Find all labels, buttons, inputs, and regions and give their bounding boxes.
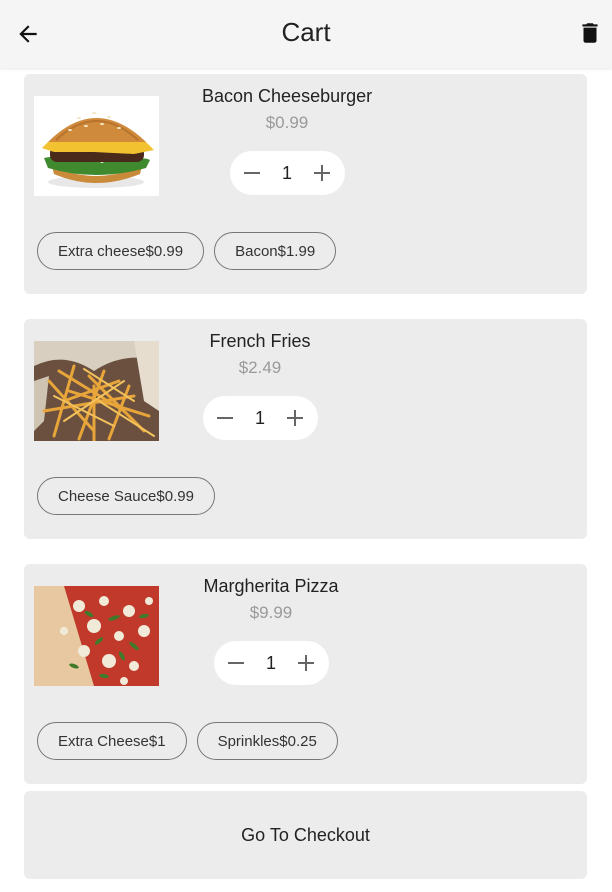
app-bar: Cart	[0, 0, 612, 68]
item-name: Bacon Cheeseburger	[202, 86, 373, 106]
increment-button[interactable]	[296, 653, 316, 673]
decrement-button[interactable]	[242, 163, 262, 183]
item-price: $0.99	[265, 113, 309, 132]
fries-image	[34, 341, 159, 441]
clear-cart-button[interactable]	[576, 19, 604, 47]
cart-item-card: Margherita Pizza $9.99 1 Extra Cheese$1 …	[24, 564, 587, 784]
quantity-stepper: 1	[202, 396, 318, 440]
item-price: $2.49	[238, 358, 282, 377]
pizza-image	[34, 586, 159, 686]
quantity-stepper: 1	[213, 641, 329, 685]
quantity-value: 1	[265, 652, 276, 673]
quantity-stepper: 1	[229, 151, 345, 195]
trash-icon	[582, 23, 598, 43]
plus-icon	[287, 410, 304, 426]
minus-icon	[216, 417, 233, 419]
cart-item-card: Bacon Cheeseburger $0.99 1 Extra cheese$…	[24, 74, 587, 294]
addon-chip[interactable]: Cheese Sauce$0.99	[37, 477, 215, 515]
minus-icon	[227, 662, 244, 664]
burger-image	[34, 96, 159, 196]
addon-chip[interactable]: Bacon$1.99	[214, 232, 337, 270]
quantity-value: 1	[254, 407, 265, 428]
decrement-button[interactable]	[226, 653, 246, 673]
item-name: French Fries	[209, 331, 311, 351]
increment-button[interactable]	[285, 408, 305, 428]
item-info: French Fries $2.49 1	[190, 331, 330, 440]
item-info: Margherita Pizza $9.99 1	[196, 576, 346, 685]
plus-icon	[298, 655, 315, 671]
decrement-button[interactable]	[215, 408, 235, 428]
plus-icon	[314, 165, 331, 181]
checkout-button[interactable]: Go To Checkout	[24, 791, 587, 879]
minus-icon	[243, 172, 260, 174]
item-info: Bacon Cheeseburger $0.99 1	[202, 86, 372, 195]
item-price: $9.99	[249, 603, 293, 622]
addon-chip[interactable]: Sprinkles$0.25	[196, 722, 338, 760]
addon-chips: Extra Cheese$1 Sprinkles$0.25	[37, 722, 338, 760]
quantity-value: 1	[281, 162, 292, 183]
addon-chip[interactable]: Extra cheese$0.99	[37, 232, 205, 270]
addon-chip[interactable]: Extra Cheese$1	[37, 722, 187, 760]
increment-button[interactable]	[312, 163, 332, 183]
addon-chips: Extra cheese$0.99 Bacon$1.99	[37, 232, 337, 270]
page-title: Cart	[281, 17, 331, 47]
item-name: Margherita Pizza	[203, 576, 339, 596]
addon-chips: Cheese Sauce$0.99	[37, 477, 215, 515]
cart-item-card: French Fries $2.49 1 Cheese Sauce$0.99	[24, 319, 587, 539]
